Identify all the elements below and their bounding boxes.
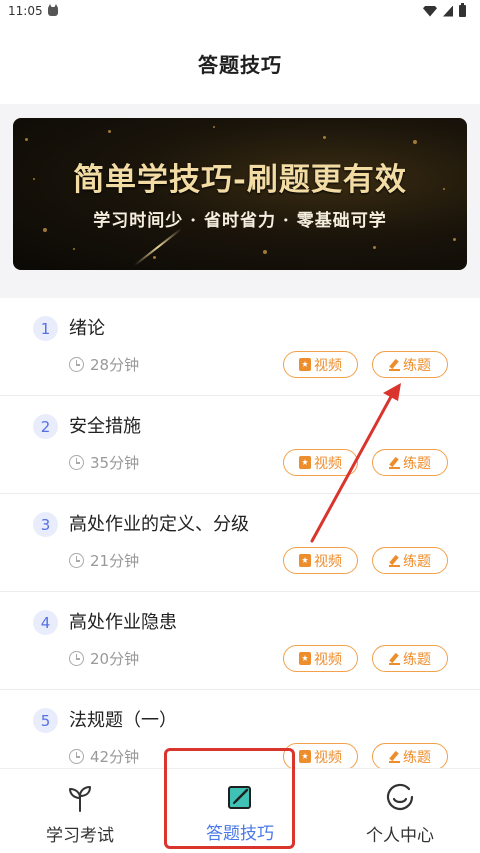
practice-button[interactable]: 练题	[372, 645, 448, 672]
duration-text: 20分钟	[90, 650, 140, 668]
banner-section: 简单学技巧-刷题更有效 学习时间少 · 省时省力 · 零基础可学	[0, 104, 480, 288]
video-bookmark-icon	[299, 358, 311, 371]
video-button[interactable]: 视频	[283, 351, 358, 378]
smile-icon	[386, 783, 414, 811]
lesson-number-badge: 4	[33, 610, 58, 635]
practice-button[interactable]: 练题	[372, 351, 448, 378]
lesson-duration: 42分钟	[69, 746, 139, 767]
video-button-label: 视频	[314, 357, 342, 374]
page-title: 答题技巧	[198, 52, 282, 77]
lesson-item[interactable]: 1 绪论 28分钟 视频 练题	[0, 298, 480, 396]
pencil-icon	[389, 555, 400, 567]
clock-icon	[69, 455, 84, 470]
video-bookmark-icon	[299, 750, 311, 763]
practice-button-label: 练题	[403, 651, 431, 668]
tab-label: 答题技巧	[206, 824, 274, 844]
clock-icon	[69, 357, 84, 372]
lesson-list: 1 绪论 28分钟 视频 练题 2 安全措施 35分钟 视频 练题 3 高处作业…	[0, 298, 480, 768]
practice-button-label: 练题	[403, 749, 431, 766]
lesson-title: 高处作业的定义、分级	[69, 514, 249, 535]
promo-banner[interactable]: 简单学技巧-刷题更有效 学习时间少 · 省时省力 · 零基础可学	[13, 118, 467, 270]
lesson-title: 安全措施	[69, 416, 141, 437]
lesson-duration: 21分钟	[69, 550, 139, 571]
practice-button-label: 练题	[403, 553, 431, 570]
lesson-item[interactable]: 4 高处作业隐患 20分钟 视频 练题	[0, 592, 480, 690]
wifi-icon	[423, 5, 437, 17]
practice-button[interactable]: 练题	[372, 547, 448, 574]
duration-text: 42分钟	[90, 748, 140, 766]
banner-subtitle: 学习时间少 · 省时省力 · 零基础可学	[93, 211, 387, 231]
video-button[interactable]: 视频	[283, 547, 358, 574]
practice-button[interactable]: 练题	[372, 449, 448, 476]
video-bookmark-icon	[299, 456, 311, 469]
status-time: 11:05	[8, 4, 43, 18]
video-button-label: 视频	[314, 651, 342, 668]
clock-icon	[69, 749, 84, 764]
banner-title: 简单学技巧-刷题更有效	[73, 162, 407, 198]
duration-text: 21分钟	[90, 552, 140, 570]
duration-text: 28分钟	[90, 356, 140, 374]
lesson-number-badge: 3	[33, 512, 58, 537]
practice-button[interactable]: 练题	[372, 743, 448, 768]
pencil-icon	[389, 751, 400, 763]
pencil-icon	[389, 457, 400, 469]
header: 答题技巧	[0, 22, 480, 104]
pencil-icon	[389, 653, 400, 665]
edit-icon	[228, 786, 251, 809]
bottom-tab-bar: 学习考试 答题技巧 个人中心	[0, 768, 480, 853]
video-button-label: 视频	[314, 749, 342, 766]
tab-label: 学习考试	[46, 826, 114, 846]
practice-button-label: 练题	[403, 357, 431, 374]
video-button-label: 视频	[314, 455, 342, 472]
lesson-number-badge: 5	[33, 708, 58, 733]
lesson-number-badge: 2	[33, 414, 58, 439]
tab-personal-center[interactable]: 个人中心	[320, 769, 480, 853]
clock-icon	[69, 553, 84, 568]
lesson-item[interactable]: 5 法规题（一） 42分钟 视频 练题	[0, 690, 480, 768]
lesson-duration: 28分钟	[69, 354, 139, 375]
sprout-icon	[69, 786, 91, 812]
video-button-label: 视频	[314, 553, 342, 570]
video-button[interactable]: 视频	[283, 449, 358, 476]
practice-button-label: 练题	[403, 455, 431, 472]
lesson-title: 法规题（一）	[69, 710, 177, 731]
signal-icon	[443, 5, 453, 17]
tab-answer-tips[interactable]: 答题技巧	[160, 769, 320, 853]
lesson-item[interactable]: 3 高处作业的定义、分级 21分钟 视频 练题	[0, 494, 480, 592]
duration-text: 35分钟	[90, 454, 140, 472]
clock-icon	[69, 651, 84, 666]
lesson-number-badge: 1	[33, 316, 58, 341]
video-bookmark-icon	[299, 554, 311, 567]
video-button[interactable]: 视频	[283, 645, 358, 672]
status-bar: 11:05	[0, 0, 480, 22]
lesson-duration: 35分钟	[69, 452, 139, 473]
lesson-title: 高处作业隐患	[69, 612, 177, 633]
battery-icon	[459, 3, 466, 17]
lesson-item[interactable]: 2 安全措施 35分钟 视频 练题	[0, 396, 480, 494]
tab-study-exam[interactable]: 学习考试	[0, 769, 160, 853]
tab-label: 个人中心	[366, 826, 434, 846]
lesson-duration: 20分钟	[69, 648, 139, 669]
video-bookmark-icon	[299, 652, 311, 665]
pencil-icon	[389, 359, 400, 371]
lesson-title: 绪论	[69, 318, 105, 339]
notification-cat-icon	[47, 3, 58, 16]
video-button[interactable]: 视频	[283, 743, 358, 768]
